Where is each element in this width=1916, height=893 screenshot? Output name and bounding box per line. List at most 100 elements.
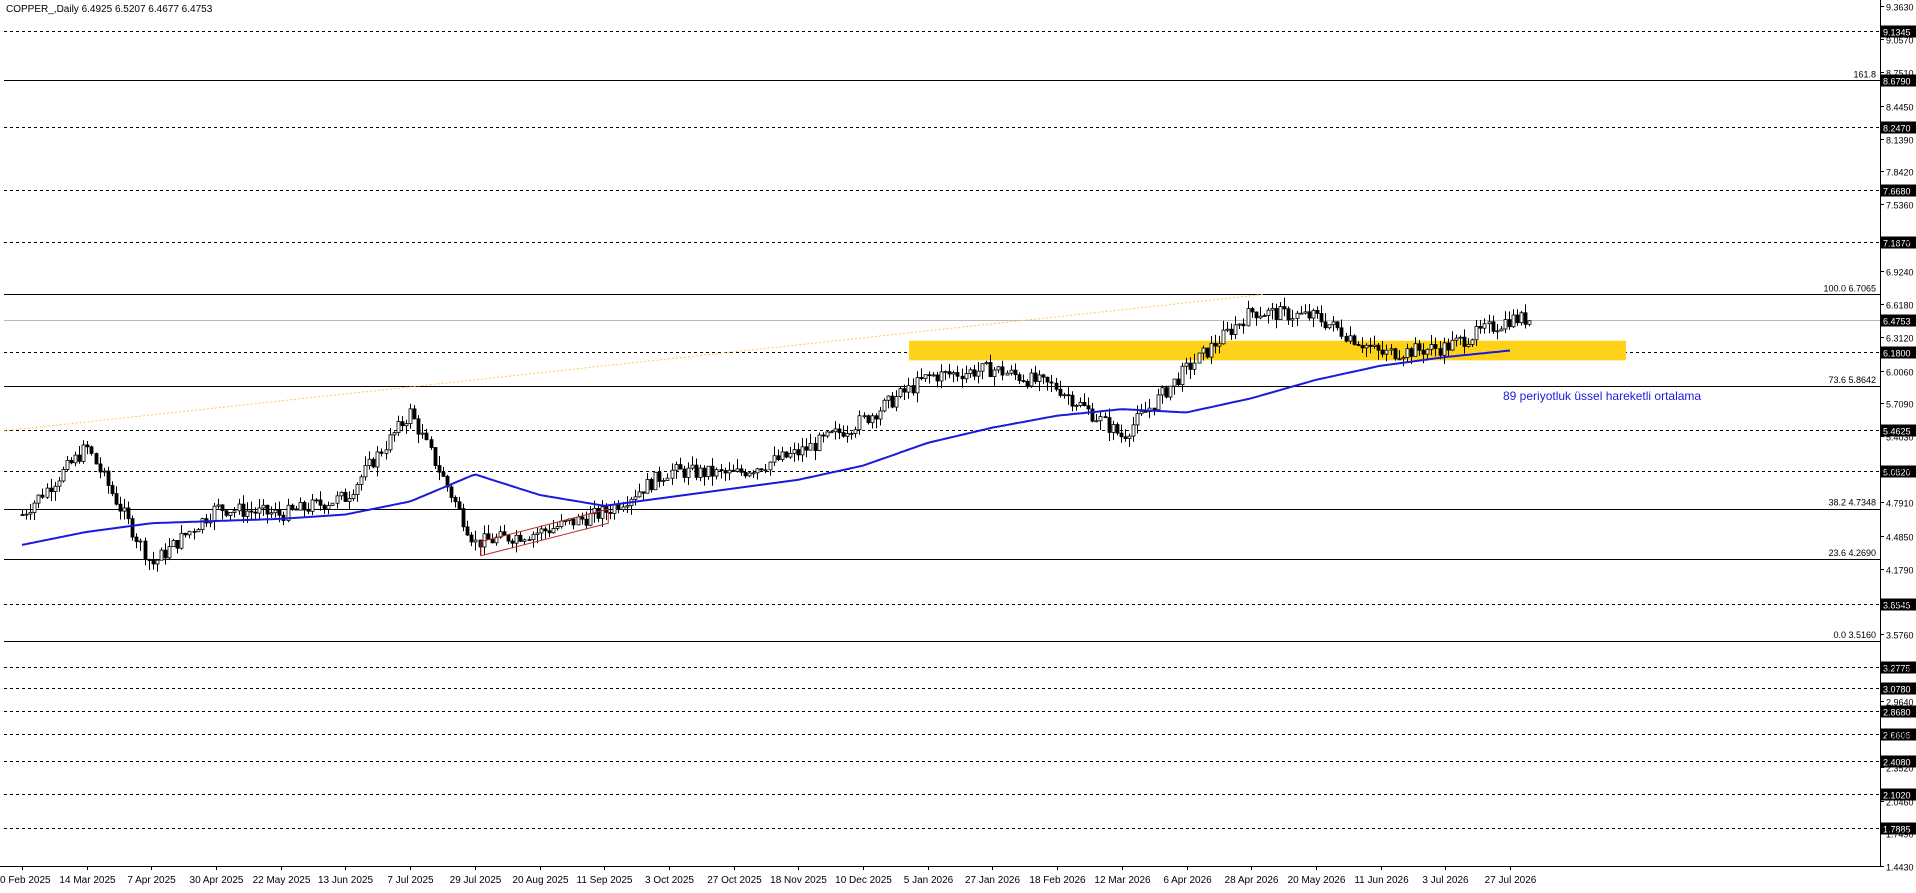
candle-down [1438,348,1443,356]
candle-down [424,432,429,441]
y-tick-label: 6.0060 [1886,368,1914,378]
candle-down [502,531,507,536]
x-tick-label: 18 Nov 2025 [770,875,827,886]
support-zone [909,340,1626,361]
candle-down [927,374,932,377]
candle-down [1323,321,1328,329]
y-tick-label: 8.4450 [1886,103,1914,113]
support-zone-layer [909,340,1626,361]
candle-down [759,468,764,471]
candle-down [114,493,119,505]
candle-down [1393,348,1398,360]
candle-up [637,491,642,498]
candle-up [196,529,201,533]
x-tick-label: 7 Jul 2025 [387,875,434,886]
candle-down [988,362,993,378]
candle-up [388,434,393,451]
candle-up [245,510,250,517]
candle-down [1213,342,1218,347]
candle-up [32,502,37,513]
candle-up [817,434,822,452]
candle-up [1466,343,1471,347]
candle-down [796,449,801,456]
candle-up [396,421,401,434]
candle-down [580,516,585,520]
candle-down [1380,349,1385,355]
candle-up [862,415,867,418]
candle-up [1233,324,1238,336]
candle-up [65,459,70,470]
candle-up [1192,362,1197,370]
candle-down [571,518,576,526]
candle-down [866,415,871,424]
candle-up [36,494,41,504]
fib-label: 100.0 6.7065 [1823,283,1876,293]
candle-up [600,506,605,519]
candle-down [1229,328,1234,336]
candle-down [322,504,327,510]
candle-up [535,532,540,535]
candle-up [1009,369,1014,374]
y-tick-label: 7.2210 [1886,236,1914,246]
candle-up [1348,335,1353,342]
candle-down [1058,388,1063,396]
candle-down [911,385,916,394]
x-tick-label: 20 Feb 2025 [0,875,51,886]
candle-down [486,533,491,540]
candle-down [1205,347,1210,358]
x-tick-label: 11 Jun 2026 [1354,875,1409,886]
y-tick-label: 1.7490 [1886,830,1914,840]
candle-down [147,559,152,561]
candle-up [1389,348,1394,351]
candle-up [1413,343,1418,357]
candle-down [596,507,601,519]
candle-up [1111,424,1116,433]
candle-down [302,502,307,511]
y-tick-label: 6.3120 [1886,334,1914,344]
candle-up [808,443,813,451]
candle-down [1054,382,1059,390]
candle-up [408,408,413,425]
candle-down [543,528,548,532]
candle-up [727,469,732,474]
candle-up [686,467,691,478]
candle-down [1045,376,1050,383]
candle-up [1299,312,1304,315]
candle-up [1225,328,1230,331]
y-tick-label: 7.5360 [1886,201,1914,211]
candle-up [1037,374,1042,382]
candle-up [404,423,409,427]
y-tick-label: 5.4030 [1886,433,1914,443]
candle-up [1372,344,1377,347]
candle-up [588,513,593,526]
x-tick-label: 18 Feb 2026 [1029,875,1086,886]
candle-up [1172,378,1177,387]
candle-up [102,470,107,473]
price-chart[interactable]: 161.8 100.0 6.7065 73.6 5.8642 38.2 4.7348 2… [0,0,1916,888]
candle-down [972,369,977,377]
candle-up [833,428,838,433]
candle-up [138,540,143,543]
candle-up [747,472,752,477]
candle-up [772,455,777,463]
candle-down [1376,344,1381,351]
candle-down [1066,394,1071,397]
candle-down [106,470,111,486]
candle-down [277,509,282,516]
candle-down [1433,344,1438,349]
candle-down [947,371,952,375]
candle-down [290,504,295,510]
candle-down [241,503,246,517]
candle-up [122,507,127,512]
candle-up [1262,315,1267,318]
symbol-header: COPPER_,Daily 6.4925 6.5207 6.4677 6.475… [6,4,213,15]
candle-down [731,469,736,472]
candle-down [1417,343,1422,351]
candle-up [1331,321,1336,326]
candle-down [813,443,818,452]
candle-up [1237,323,1242,326]
candle-down [1307,311,1312,319]
candle-up [1094,420,1099,423]
candle-down [192,530,197,533]
candle-down [1478,325,1483,329]
